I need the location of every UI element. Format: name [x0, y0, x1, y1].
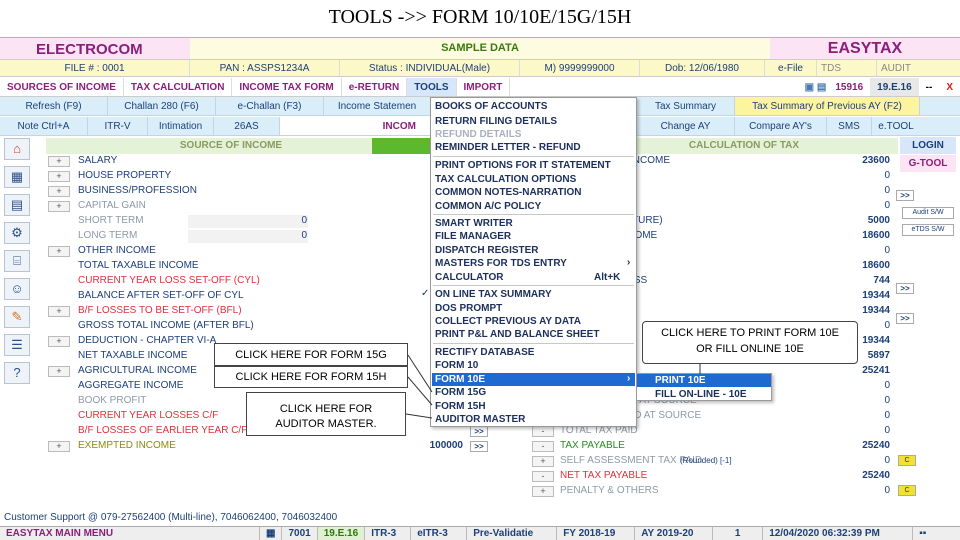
status-prevalidate: Pre-Validatie — [467, 527, 558, 540]
status-page: 1 — [713, 527, 764, 540]
status-indicator: ▪▪ — [919, 528, 927, 539]
status-version: 19.E.16 — [317, 527, 366, 540]
status-bar: EASYTAX MAIN MENU ▦ 7001 19.E.16 ITR-3 e… — [0, 526, 960, 540]
status-datetime: 12/04/2020 06:32:39 PM — [763, 527, 914, 540]
status-ay: AY 2019-20 — [635, 527, 714, 540]
status-fy: FY 2018-19 — [557, 527, 636, 540]
status-code: 7001 — [282, 527, 318, 540]
status-itr: ITR-3 — [365, 527, 412, 540]
status-eitr: eITR-3 — [411, 527, 468, 540]
status-calc-icon: ▦ — [260, 527, 283, 540]
callout-pointers — [405, 354, 701, 419]
status-main-menu[interactable]: EASYTAX MAIN MENU — [0, 527, 260, 540]
support-text: Customer Support @ 079-27562400 (Multi-l… — [4, 512, 338, 523]
